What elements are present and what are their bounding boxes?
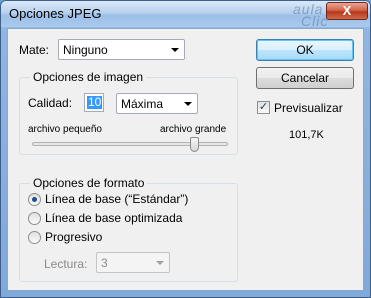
quality-preset-value: Máxima bbox=[121, 97, 164, 111]
quality-preset-select[interactable]: Máxima bbox=[116, 93, 198, 114]
watermark-logo: aula Clic bbox=[293, 2, 328, 28]
chevron-down-icon bbox=[156, 261, 164, 265]
radio-baseline-optimized[interactable] bbox=[28, 212, 41, 225]
close-icon: X bbox=[342, 3, 352, 18]
radio-baseline-standard[interactable] bbox=[28, 193, 41, 206]
matte-value: Ninguno bbox=[63, 43, 108, 57]
cancel-button[interactable]: Cancelar bbox=[256, 67, 354, 89]
jpeg-options-dialog: Opciones JPEG aula Clic X Mate: Ninguno … bbox=[0, 0, 371, 298]
radio-progressive[interactable] bbox=[28, 231, 41, 244]
dialog-content: Mate: Ninguno OK Cancelar ✓ Previsualiza… bbox=[7, 28, 364, 291]
format-options-title: Opciones de formato bbox=[30, 176, 148, 190]
quality-slider-thumb[interactable] bbox=[190, 137, 200, 152]
quality-label: Calidad: bbox=[28, 96, 73, 110]
chevron-down-icon bbox=[184, 102, 192, 106]
close-button[interactable]: X bbox=[326, 2, 368, 20]
ok-button[interactable]: OK bbox=[256, 39, 354, 61]
quality-value: 10 bbox=[87, 95, 103, 109]
progressive-label: Progresivo bbox=[45, 230, 103, 244]
baseline-optimized-label: Línea de base optimizada bbox=[45, 211, 183, 225]
window-title: Opciones JPEG bbox=[9, 6, 102, 21]
preview-checkbox[interactable]: ✓ bbox=[257, 101, 270, 114]
checkmark-icon: ✓ bbox=[258, 101, 269, 113]
scans-label: Lectura: bbox=[44, 257, 88, 271]
preview-label: Previsualizar bbox=[274, 101, 343, 115]
scans-select[interactable]: 3 bbox=[96, 252, 170, 273]
baseline-standard-label: Línea de base (“Estándar”) bbox=[45, 192, 189, 206]
quality-input[interactable]: 10 bbox=[84, 93, 104, 112]
title-bar[interactable]: Opciones JPEG aula Clic X bbox=[1, 1, 370, 28]
large-file-label: archivo grande bbox=[160, 124, 227, 135]
matte-select[interactable]: Ninguno bbox=[58, 39, 185, 60]
scans-value: 3 bbox=[101, 256, 108, 270]
small-file-label: archivo pequeño bbox=[28, 124, 102, 135]
chevron-down-icon bbox=[171, 48, 179, 52]
matte-label: Mate: bbox=[19, 43, 50, 57]
image-options-title: Opciones de imagen bbox=[30, 70, 147, 84]
file-size-readout: 101,7K bbox=[289, 129, 324, 141]
